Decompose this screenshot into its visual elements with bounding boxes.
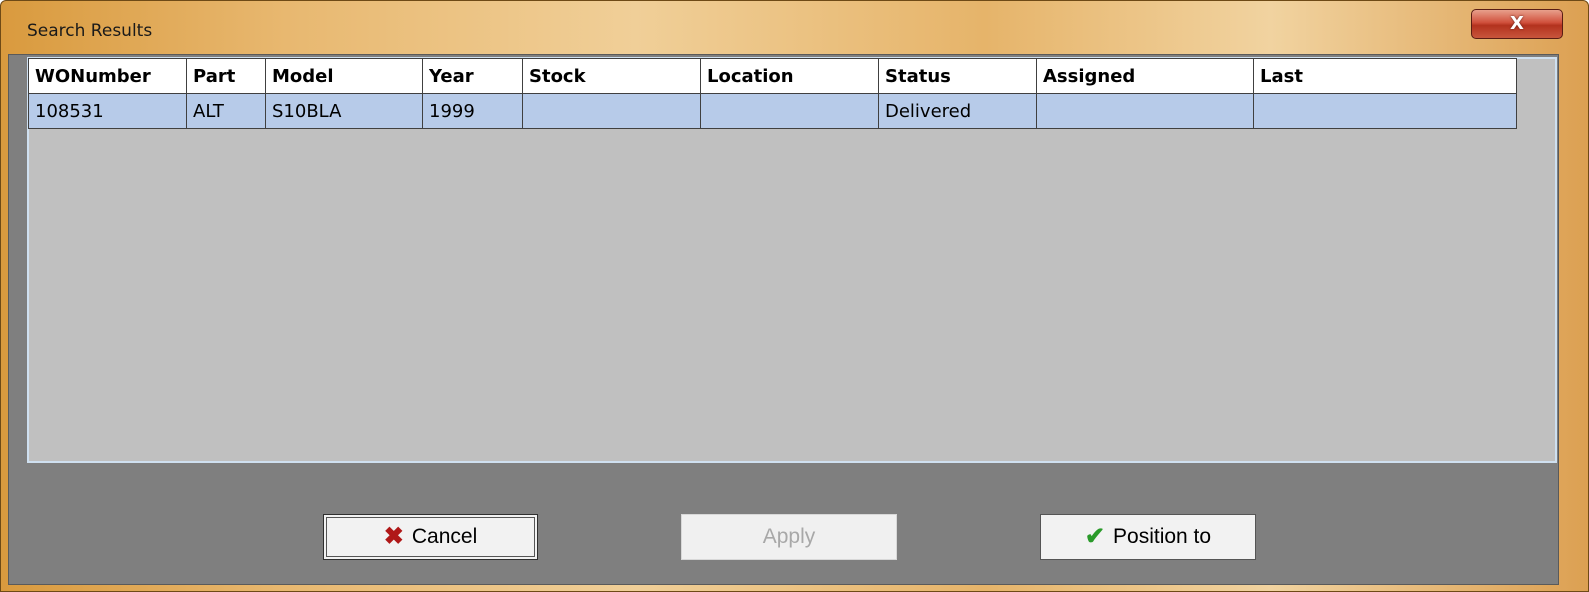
- checkmark-icon: ✔: [1084, 523, 1106, 550]
- grid-header-row: WONumber Part Model Year Stock Location …: [28, 58, 1517, 94]
- apply-button-label: Apply: [762, 525, 816, 548]
- table-row[interactable]: 108531 ALT S10BLA 1999 Delivered: [28, 93, 1517, 129]
- column-header-wonumber[interactable]: WONumber: [28, 58, 187, 94]
- cell-last[interactable]: [1253, 93, 1517, 129]
- column-header-year[interactable]: Year: [422, 58, 523, 94]
- cell-year[interactable]: 1999: [422, 93, 523, 129]
- cell-stock[interactable]: [522, 93, 701, 129]
- results-grid: WONumber Part Model Year Stock Location …: [28, 58, 1517, 129]
- column-header-last[interactable]: Last: [1253, 58, 1517, 94]
- column-header-part[interactable]: Part: [186, 58, 266, 94]
- column-header-model[interactable]: Model: [265, 58, 423, 94]
- column-header-assigned[interactable]: Assigned: [1036, 58, 1254, 94]
- window-title: Search Results: [27, 21, 153, 41]
- close-button[interactable]: X: [1471, 9, 1563, 39]
- column-header-location[interactable]: Location: [700, 58, 879, 94]
- cell-status[interactable]: Delivered: [878, 93, 1037, 129]
- cell-location[interactable]: [700, 93, 879, 129]
- cell-model[interactable]: S10BLA: [265, 93, 423, 129]
- cell-assigned[interactable]: [1036, 93, 1254, 129]
- cell-wonumber[interactable]: 108531: [28, 93, 187, 129]
- x-icon: ✖: [383, 523, 404, 550]
- column-header-status[interactable]: Status: [878, 58, 1037, 94]
- position-to-button-label: Position to: [1113, 525, 1212, 548]
- cell-part[interactable]: ALT: [186, 93, 266, 129]
- cancel-button[interactable]: ✖ Cancel: [323, 514, 538, 560]
- position-to-button[interactable]: ✔ Position to: [1040, 514, 1256, 560]
- cancel-button-label: Cancel: [411, 525, 478, 548]
- column-header-stock[interactable]: Stock: [522, 58, 701, 94]
- close-icon: X: [1510, 13, 1524, 34]
- apply-button[interactable]: Apply: [681, 514, 897, 560]
